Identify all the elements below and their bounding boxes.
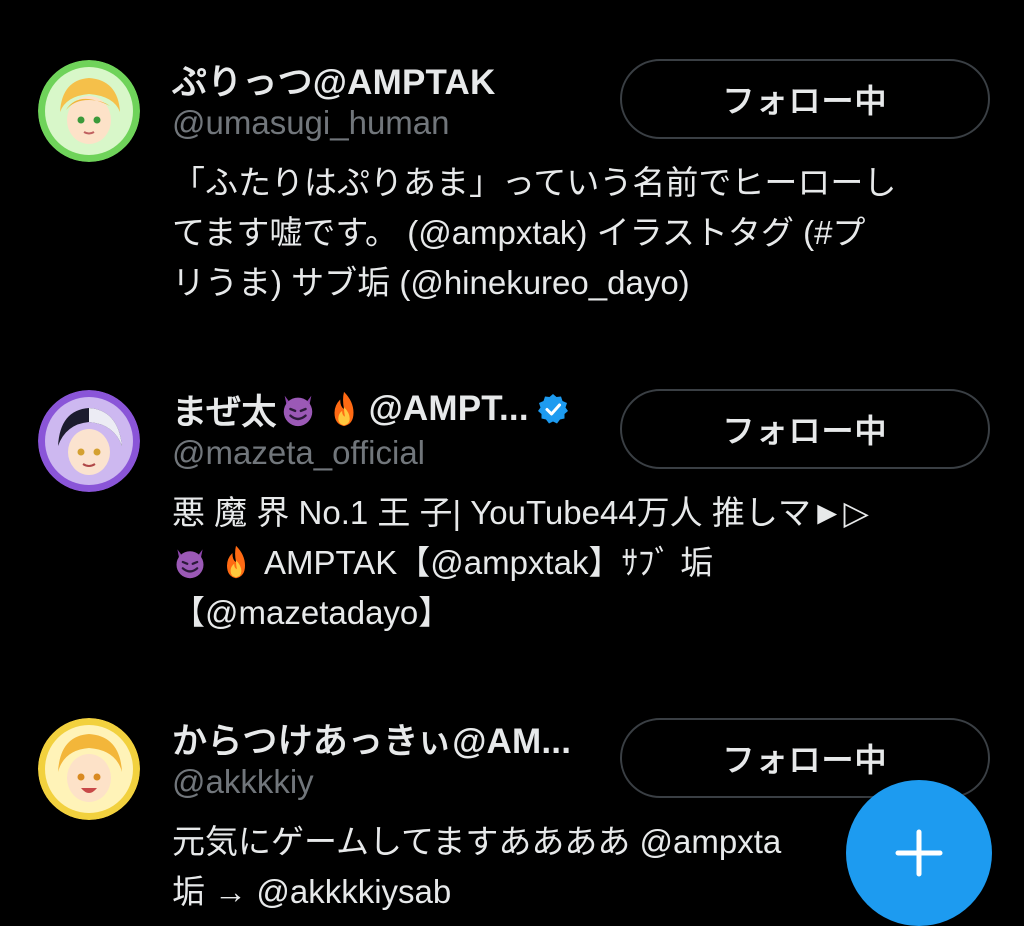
bio-line: 悪 魔 界 No.1 王 子| YouTube44万人 推しマ►▷ — [172, 494, 869, 531]
following-button[interactable]: フォロー中 — [620, 59, 990, 139]
smiling-devil-icon — [172, 544, 208, 580]
avatar[interactable] — [38, 718, 140, 820]
bio-line: てます嘘です。 (@ampxtak) イラストタグ (#プ — [172, 214, 866, 251]
avatar[interactable] — [38, 390, 140, 492]
avatar-image-icon — [38, 390, 140, 492]
fire-icon — [218, 544, 254, 580]
bio-line: 「ふたりはぷりあま」っていう名前でヒーローし — [172, 164, 897, 201]
handle: @mazeta_official — [172, 434, 426, 471]
avatar[interactable] — [38, 60, 140, 162]
bio-line: 【@mazetadayo】 — [172, 594, 452, 631]
compose-button[interactable] — [846, 780, 992, 926]
display-name-row: ぷりっつ@AMPTAK — [172, 56, 495, 102]
display-name-row: からつけあっきぃ@AM... — [172, 715, 571, 761]
display-name-row: まぜ太 @AMPT... — [172, 386, 569, 432]
avatar-image-icon — [38, 60, 140, 162]
display-name: からつけあっきぃ@AM... — [172, 721, 572, 761]
bio: 悪 魔 界 No.1 王 子| YouTube44万人 推しマ►▷ AMPTAK… — [172, 488, 992, 638]
following-button[interactable]: フォロー中 — [620, 389, 990, 469]
avatar-image-icon — [38, 718, 140, 820]
bio-line-text: AMPTAK【@ampxtak】ｻﾌﾞ 垢 — [264, 544, 714, 581]
display-name-suffix: @AMPT... — [368, 389, 529, 428]
bio-line: AMPTAK【@ampxtak】ｻﾌﾞ 垢 — [172, 538, 992, 588]
verified-badge-icon — [537, 393, 569, 425]
display-name: ぷりっつ@AMPTAK — [172, 62, 496, 102]
smiling-devil-icon — [279, 390, 317, 428]
handle: @akkkkiy — [172, 763, 314, 800]
fire-icon — [325, 390, 363, 428]
bio-line: リうま) サブ垢 (@hinekureo_dayo) — [172, 264, 690, 301]
display-name-prefix: まぜ太 — [172, 392, 277, 432]
handle: @umasugi_human — [172, 104, 450, 141]
bio: 「ふたりはぷりあま」っていう名前でヒーローし てます嘘です。 (@ampxtak… — [172, 158, 992, 308]
plus-icon — [895, 829, 943, 877]
